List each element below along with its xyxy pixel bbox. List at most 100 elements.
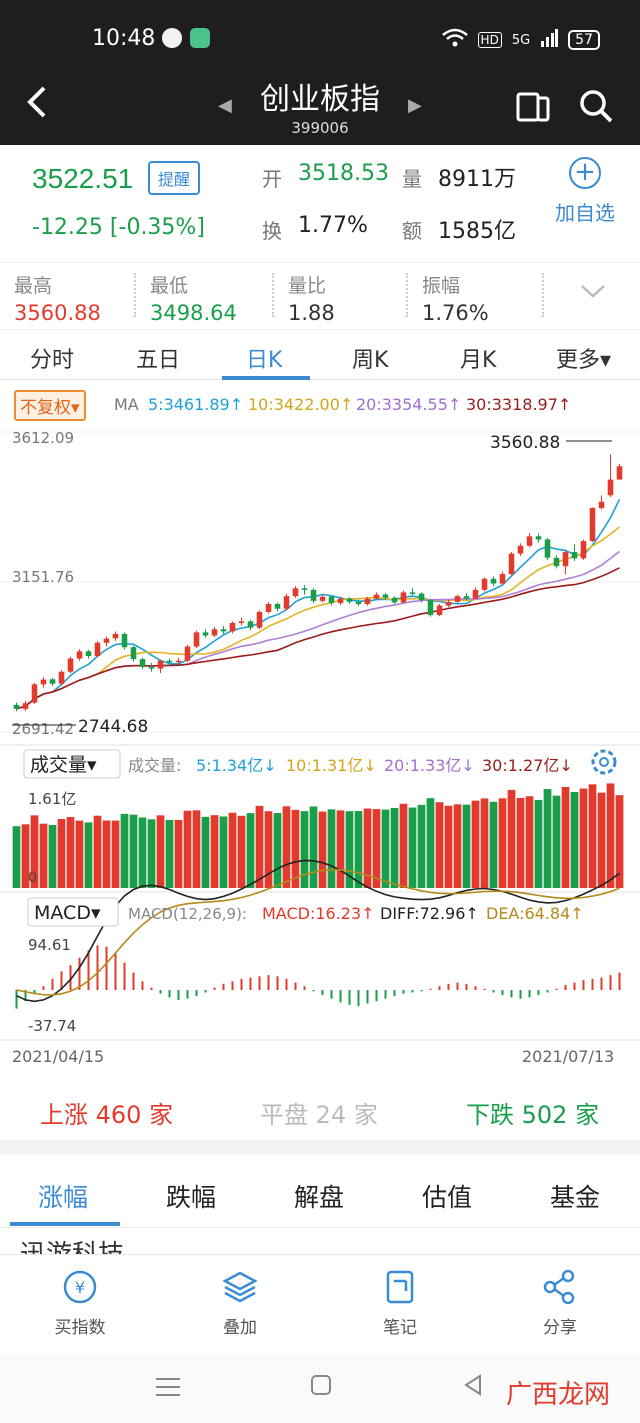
- unchanged: 平盘 24 家: [260, 1095, 378, 1130]
- tab-intraday[interactable]: 分时: [30, 342, 74, 374]
- volume-bar: [210, 815, 219, 888]
- share-button[interactable]: 分享: [510, 1267, 610, 1338]
- unchanged-label: 平盘: [260, 1101, 308, 1129]
- ma10-value: 10:3422.00↑: [248, 395, 354, 414]
- volume-bar: [255, 805, 264, 888]
- open-label: 开: [262, 167, 282, 191]
- switch-layout-icon[interactable]: [515, 88, 551, 124]
- open-value: 3518.53: [298, 161, 389, 186]
- tab-weekly-k[interactable]: 周K: [352, 342, 388, 374]
- turnover-value: 1.77%: [298, 213, 368, 238]
- candle-body: [346, 598, 353, 602]
- expand-chevron-icon[interactable]: [580, 283, 606, 303]
- tab-analysis[interactable]: 解盘: [294, 1178, 344, 1214]
- volume-bar: [498, 798, 507, 888]
- candle-body: [418, 593, 425, 600]
- volume-bar: [237, 815, 246, 888]
- tab-valuation[interactable]: 估值: [422, 1178, 472, 1214]
- remind-button[interactable]: 提醒: [148, 161, 201, 195]
- stat-high-label: 最高: [14, 275, 53, 297]
- candle-body: [400, 592, 407, 603]
- candle-body: [130, 647, 137, 660]
- volume-bar: [435, 802, 444, 888]
- home-icon[interactable]: [310, 1374, 332, 1400]
- volume-bar: [138, 817, 147, 888]
- candle-body: [409, 592, 416, 594]
- tab-losers[interactable]: 跌幅: [166, 1178, 216, 1214]
- menu-icon[interactable]: [156, 1376, 180, 1402]
- overlay-button[interactable]: 叠加: [190, 1267, 290, 1338]
- candle-body: [544, 539, 551, 558]
- candle-body: [337, 598, 344, 604]
- volume-bar: [165, 819, 174, 888]
- dea-value: DEA:64.84↑: [486, 904, 584, 923]
- advancers: 上涨 460 家: [40, 1095, 173, 1130]
- candle-body: [310, 589, 317, 601]
- candle-body: [508, 553, 515, 575]
- volume-bar: [381, 809, 390, 888]
- candle-body: [382, 594, 389, 598]
- stat-low: 最低 3498.64: [150, 271, 237, 325]
- active-list-tab-indicator: [10, 1222, 120, 1226]
- vol5-value: 5:1.34亿↓: [196, 756, 277, 775]
- candle-body: [256, 611, 263, 628]
- ma10-line: [16, 526, 620, 710]
- candle-body: [157, 660, 164, 669]
- tab-daily-k[interactable]: 日K: [246, 342, 282, 374]
- volume-bar: [318, 811, 327, 888]
- candle-body: [364, 598, 371, 605]
- advancers-unit: 家: [149, 1101, 174, 1129]
- settings-gear-icon[interactable]: [591, 749, 617, 775]
- market-breadth: 上涨 460 家 平盘 24 家 下跌 502 家: [0, 1085, 640, 1135]
- candle-body: [355, 601, 362, 605]
- stat-amplitude: 振幅 1.76%: [422, 271, 489, 325]
- search-icon[interactable]: [578, 88, 614, 124]
- candle-body: [445, 601, 452, 606]
- volume-bar: [219, 816, 228, 888]
- active-tab-indicator: [222, 376, 310, 380]
- tab-more[interactable]: 更多▾: [556, 342, 611, 374]
- next-index-icon[interactable]: ▶: [408, 95, 422, 116]
- stat-high-value: 3560.88: [14, 301, 101, 325]
- quote-panel: 3522.51 提醒 -12.25 [-0.35%] 开 3518.53 量 8…: [0, 145, 640, 262]
- macd-dropdown[interactable]: MACD▾: [34, 902, 101, 924]
- adjust-dropdown[interactable]: 不复权▾: [14, 390, 86, 421]
- volume-bar: [156, 815, 165, 888]
- candle-body: [319, 596, 326, 601]
- buy-index-label: 买指数: [54, 1318, 106, 1338]
- candle-body: [166, 660, 173, 663]
- amount-label: 额: [402, 219, 422, 243]
- app-notification-icon: [162, 28, 182, 48]
- volume-legend: 成交量▾ 成交量: 5:1.34亿↓ 10:1.31亿↓ 20:1.33亿↓ 3…: [23, 749, 617, 779]
- tab-monthly-k[interactable]: 月K: [460, 342, 496, 374]
- tab-funds[interactable]: 基金: [550, 1178, 600, 1214]
- turnover-label: 换: [262, 219, 282, 243]
- candle-body: [481, 578, 488, 590]
- stat-low-value: 3498.64: [150, 301, 237, 325]
- volume-bar: [408, 807, 417, 888]
- candle-body: [265, 604, 272, 612]
- ma-legend: 不复权▾ MA 5:3461.89↑ 10:3422.00↑ 20:3354.5…: [0, 386, 640, 422]
- volume-bar: [264, 811, 273, 888]
- candle-body: [31, 684, 38, 703]
- buy-index-button[interactable]: ¥ 买指数: [30, 1267, 130, 1338]
- volume-bar: [507, 789, 516, 888]
- volume-bar: [606, 783, 615, 888]
- macd-legend: MACD▾ MACD(12,26,9): MACD:16.23↑ DIFF:72…: [27, 897, 584, 927]
- section-divider: [0, 1140, 640, 1154]
- tab-gainers[interactable]: 涨幅: [38, 1178, 88, 1214]
- volume-bar: [399, 803, 408, 888]
- candle-body: [436, 605, 443, 616]
- add-watchlist-button[interactable]: + 加自选: [552, 157, 618, 226]
- volume-bar: [12, 826, 21, 888]
- volume-dropdown[interactable]: 成交量▾: [30, 754, 97, 776]
- notes-button[interactable]: 笔记: [350, 1267, 450, 1338]
- volume-bar: [93, 815, 102, 888]
- x-axis-end: 2021/07/13: [522, 1047, 614, 1066]
- candle-body: [94, 642, 101, 657]
- back-nav-icon[interactable]: [462, 1374, 484, 1400]
- tab-five-day[interactable]: 五日: [136, 342, 180, 374]
- kline-chart[interactable]: 3612.09 3151.76 2691.42 3560.88 2744.68 …: [0, 420, 640, 1080]
- wifi-icon: [441, 28, 468, 52]
- divider: [542, 273, 544, 317]
